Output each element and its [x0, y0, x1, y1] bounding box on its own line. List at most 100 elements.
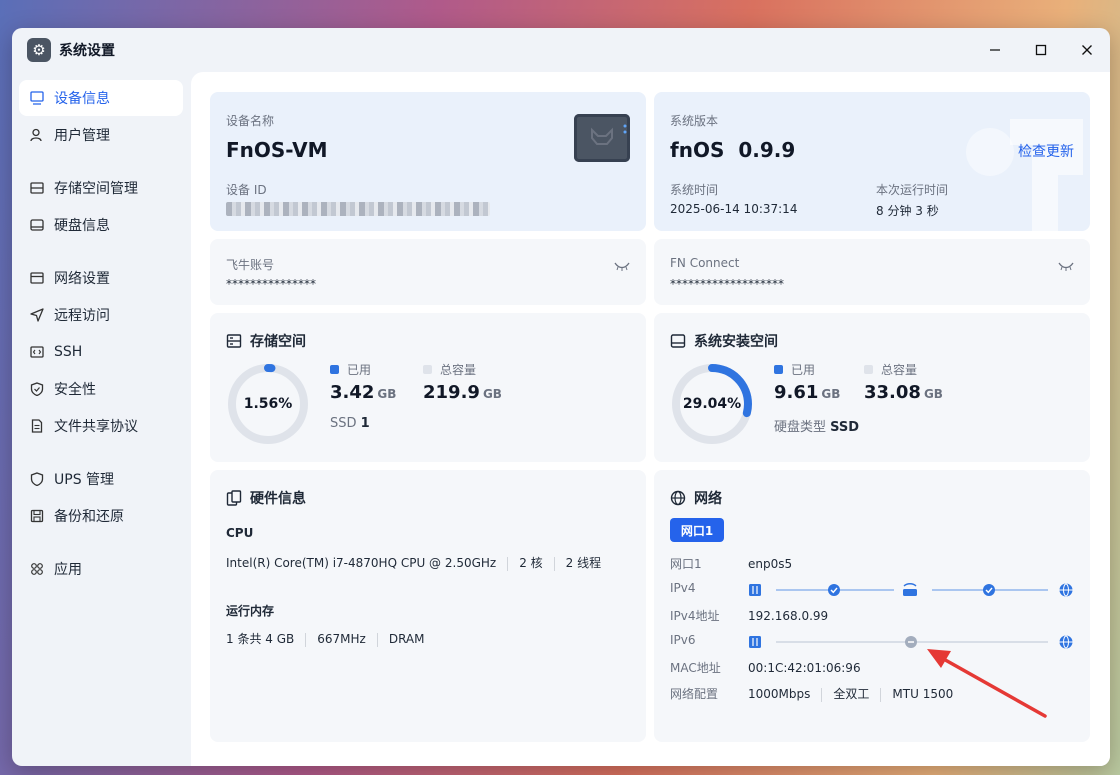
close-button[interactable] — [1064, 28, 1110, 72]
system-time-label: 系统时间 — [670, 183, 719, 197]
system-card: 系统版本 fnOS 0.9.9 检查更新 系统时间 2025-06-14 10:3… — [654, 92, 1090, 231]
check-icon — [828, 584, 840, 596]
storage-total: 总容量 219.9 GB — [423, 363, 502, 403]
sidebar-item-label: 用户管理 — [54, 128, 110, 144]
sidebar-item-backup[interactable]: 备份和还原 — [19, 498, 183, 534]
eye-closed-icon[interactable] — [614, 261, 630, 271]
send-icon — [29, 307, 45, 323]
user-icon — [29, 127, 45, 143]
sidebar-item-label: 设备信息 — [54, 91, 110, 107]
network-card: 网络 网口1 网口1 enp0s5 IPv4 IPv4地址 192.168.0.99… — [654, 470, 1090, 742]
minimize-button[interactable] — [972, 28, 1018, 72]
sidebar-item-ups[interactable]: UPS 管理 — [19, 461, 183, 497]
globe-icon — [1059, 583, 1073, 597]
cpu-label: CPU — [226, 526, 254, 540]
ipv4-addr-row: IPv4地址 192.168.0.99 — [670, 608, 829, 624]
window-title: 系统设置 — [59, 43, 115, 59]
device-id-label: 设备 ID — [226, 183, 267, 197]
fn-connect-card: FN Connect ******************* — [654, 239, 1090, 305]
os-version: 0.9.9 — [738, 138, 796, 162]
sidebar-item-ssh[interactable]: SSH — [19, 334, 183, 370]
tab-port-1[interactable]: 网口1 — [670, 518, 724, 542]
hardware-title: 硬件信息 — [226, 488, 306, 508]
system-version: fnOS 0.9.9 — [670, 138, 795, 162]
settings-window: ⚙ 系统设置 设备信息 用户管理 存储空间管理 硬盘信息 网络设置 远程访问 S… — [12, 28, 1110, 766]
eye-closed-icon[interactable] — [1058, 261, 1074, 271]
sidebar-item-device-info[interactable]: 设备信息 — [19, 80, 183, 116]
cpu-info: Intel(R) Core(TM) i7-4870HQ CPU @ 2.50GH… — [226, 556, 602, 571]
shield-icon — [29, 381, 45, 397]
fnconnect-label: FN Connect — [670, 256, 740, 270]
router-icon — [903, 583, 917, 596]
system-space-donut: 29.04% — [670, 362, 754, 446]
maximize-button[interactable] — [1018, 28, 1064, 72]
system-space-title: 系统安装空间 — [670, 331, 778, 351]
fnconnect-value: ******************* — [670, 277, 784, 291]
sidebar-item-label: SSH — [54, 344, 83, 360]
nas-device-icon — [574, 114, 630, 162]
storage-donut: 1.56% — [226, 362, 310, 446]
main-content: 设备名称 FnOS-VM 设备 ID 系统版本 fnOS 0.9.9 检查更新 系… — [191, 72, 1110, 766]
sidebar-item-label: 网络设置 — [54, 271, 110, 287]
monitor-icon — [29, 90, 45, 106]
globe-icon — [670, 490, 686, 506]
sidebar-item-apps[interactable]: 应用 — [19, 551, 183, 587]
sidebar-item-file-sharing[interactable]: 文件共享协议 — [19, 408, 183, 444]
sidebar-item-label: UPS 管理 — [54, 472, 115, 488]
ipv4-row: IPv4 — [670, 581, 696, 595]
nic-icon — [749, 636, 761, 648]
storage-icon — [226, 333, 242, 349]
sidebar-item-label: 备份和还原 — [54, 509, 124, 525]
disk-icon — [29, 217, 45, 233]
backup-icon — [29, 508, 45, 524]
sidebar-item-network[interactable]: 网络设置 — [19, 260, 183, 296]
config-row: 网络配置 1000Mbps 全双工 MTU 1500 — [670, 687, 954, 702]
system-space-card: 系统安装空间 29.04% 已用 9.61 GB 总容量 33.08 GB 硬盘类型… — [654, 313, 1090, 462]
title-bar: ⚙ 系统设置 — [12, 28, 1110, 72]
ssd-count: SSD 1 — [330, 416, 370, 431]
fn-account-card: 飞牛账号 *************** — [210, 239, 646, 305]
mac-row: MAC地址 00:1C:42:01:06:96 — [670, 660, 861, 676]
device-name-label: 设备名称 — [226, 114, 275, 128]
network-title: 网络 — [670, 488, 722, 508]
used-legend-dot — [330, 365, 339, 374]
apps-icon — [29, 561, 45, 577]
device-id-blurred — [226, 202, 490, 216]
storage-used: 已用 3.42 GB — [330, 363, 397, 403]
sidebar: 设备信息 用户管理 存储空间管理 硬盘信息 网络设置 远程访问 SSH 安全性 … — [12, 72, 192, 766]
total-legend-dot — [423, 365, 432, 374]
system-version-label: 系统版本 — [670, 114, 719, 128]
document-icon — [29, 418, 45, 434]
disk-type: 硬盘类型 SSD — [774, 420, 860, 435]
sidebar-item-label: 安全性 — [54, 382, 96, 398]
maximize-icon — [1035, 44, 1047, 56]
sidebar-item-label: 远程访问 — [54, 308, 110, 324]
sidebar-item-disk-info[interactable]: 硬盘信息 — [19, 207, 183, 243]
sidebar-item-users[interactable]: 用户管理 — [19, 117, 183, 153]
check-update-link[interactable]: 检查更新 — [1018, 141, 1074, 161]
system-space-percent: 29.04% — [682, 396, 742, 412]
check-icon — [983, 584, 995, 596]
account-label: 飞牛账号 — [226, 258, 275, 272]
ipv6-status-line — [749, 635, 1073, 649]
disk-icon — [670, 333, 686, 349]
memory-info: 1 条共 4 GB 667MHz DRAM — [226, 632, 425, 647]
account-value: *************** — [226, 277, 316, 291]
used-legend-dot — [774, 365, 783, 374]
hardware-card: 硬件信息 CPU Intel(R) Core(TM) i7-4870HQ CPU… — [210, 470, 646, 742]
system-space-total: 总容量 33.08 GB — [864, 363, 943, 403]
os-name: fnOS — [670, 138, 725, 162]
sidebar-item-remote-access[interactable]: 远程访问 — [19, 297, 183, 333]
storage-icon — [29, 180, 45, 196]
sidebar-item-label: 存储空间管理 — [54, 181, 138, 197]
nic-icon — [749, 584, 761, 596]
code-icon — [29, 344, 45, 360]
sidebar-item-label: 应用 — [54, 562, 82, 578]
port-row: 网口1 enp0s5 — [670, 556, 793, 572]
uptime-label: 本次运行时间 — [876, 183, 949, 197]
ipv6-row: IPv6 — [670, 633, 696, 647]
sidebar-item-storage[interactable]: 存储空间管理 — [19, 170, 183, 206]
sidebar-item-security[interactable]: 安全性 — [19, 371, 183, 407]
close-icon — [1082, 45, 1092, 55]
disconnected-icon — [905, 636, 917, 648]
